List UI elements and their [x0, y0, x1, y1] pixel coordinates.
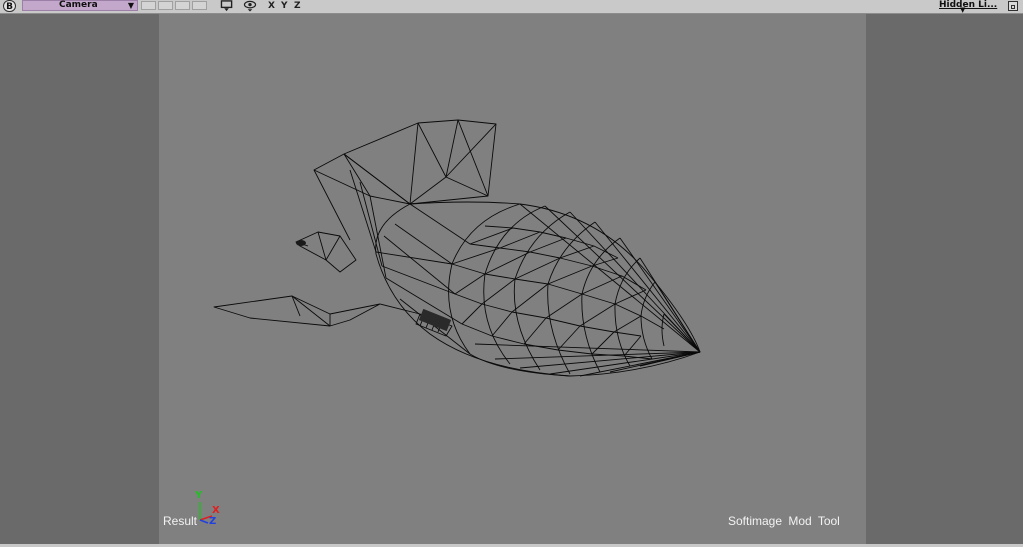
memo-camera-slot-2[interactable] [158, 1, 173, 10]
viewport-mode-label: Softimage Mod Tool [728, 514, 840, 528]
axis-y-toggle[interactable]: Y [281, 1, 288, 11]
maximize-icon[interactable] [1008, 1, 1018, 11]
axis-x-toggle[interactable]: X [268, 1, 275, 11]
display-mode-arrow-icon[interactable]: ▼ [960, 6, 965, 14]
gizmo-y-label: Y [195, 490, 203, 501]
axis-z-toggle[interactable]: Z [294, 1, 301, 11]
viewport-area[interactable]: Y X Z [0, 14, 1023, 547]
eye-icon[interactable] [243, 0, 257, 12]
viewport-result-label: Result [163, 514, 198, 528]
memo-camera-slot-4[interactable] [192, 1, 207, 10]
viewport-toolbar: B Camera ▼ X Y Z Hidden Li... ▼ [0, 0, 1023, 14]
monitor-icon[interactable] [220, 0, 234, 12]
gizmo-x-label: X [212, 505, 220, 516]
camera-dropdown-arrow-icon[interactable]: ▼ [128, 1, 134, 10]
display-mode-menu[interactable]: Hidden Li... [939, 0, 997, 10]
gizmo-z-label: Z [209, 516, 217, 527]
camera-select-label: Camera [59, 0, 98, 10]
memo-camera-slot-1[interactable] [141, 1, 156, 10]
wireframe-model[interactable] [0, 14, 1023, 547]
viewport-window: B Camera ▼ X Y Z Hidden Li... ▼ Y X Z Re… [0, 0, 1023, 547]
camera-select[interactable]: Camera ▼ [22, 0, 138, 11]
view-letter-button[interactable]: B [3, 0, 16, 12]
memo-camera-slot-3[interactable] [175, 1, 190, 10]
